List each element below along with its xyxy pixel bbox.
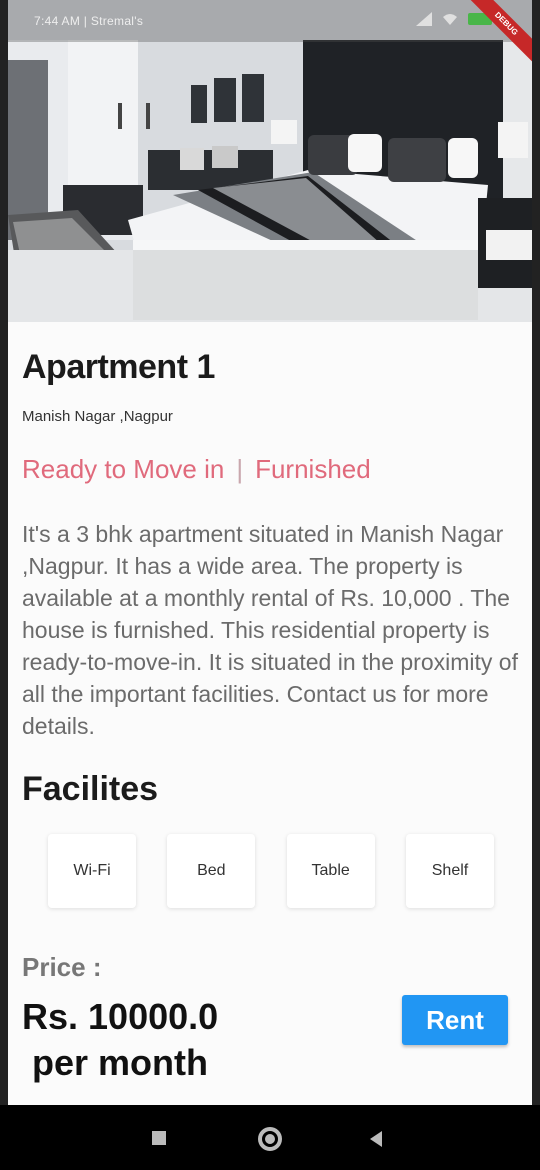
frame-right-edge bbox=[532, 0, 540, 1110]
home-icon[interactable] bbox=[258, 1127, 282, 1151]
tag-furnished: Furnished bbox=[255, 454, 371, 484]
rent-button[interactable]: Rent bbox=[402, 995, 508, 1045]
property-tags: Ready to Move in | Furnished bbox=[22, 454, 371, 485]
property-description: It's a 3 bhk apartment situated in Manis… bbox=[22, 521, 518, 739]
price-unit: per month bbox=[32, 1042, 208, 1083]
property-image bbox=[8, 0, 532, 322]
recents-icon[interactable] bbox=[152, 1131, 166, 1145]
wifi-icon bbox=[443, 14, 457, 25]
facilities-list: Wi-Fi Bed Table Shelf bbox=[48, 834, 494, 908]
facilities-title: Facilites bbox=[22, 770, 159, 808]
back-icon[interactable] bbox=[370, 1131, 382, 1147]
signal-icon bbox=[416, 12, 432, 26]
property-details: Apartment 1 Manish Nagar ,Nagpur Ready t… bbox=[8, 322, 532, 1105]
price-label: Price : bbox=[22, 952, 102, 982]
property-location: Manish Nagar ,Nagpur bbox=[22, 408, 173, 425]
status-time: 7:44 AM | Stremal's bbox=[34, 14, 144, 28]
property-title: Apartment 1 bbox=[22, 348, 215, 386]
price-value: Rs. 10000.0 bbox=[22, 996, 219, 1037]
tag-ready-to-move: Ready to Move in bbox=[22, 454, 225, 484]
status-bar: 7:44 AM | Stremal's DEBUG bbox=[8, 0, 532, 73]
facility-card-bed: Bed bbox=[167, 834, 256, 908]
bedroom-photo bbox=[8, 0, 532, 322]
facility-card-shelf: Shelf bbox=[405, 834, 494, 908]
tag-separator: | bbox=[236, 454, 244, 484]
app-screen: 7:44 AM | Stremal's DEBUG Apartment 1 Ma… bbox=[8, 0, 532, 1105]
status-icons bbox=[416, 12, 492, 26]
facility-card-table: Table bbox=[286, 834, 375, 908]
frame-left-edge bbox=[0, 0, 8, 1110]
system-nav-bar bbox=[0, 1105, 540, 1170]
carrier-label: Stremal's bbox=[90, 14, 144, 28]
facility-card-wifi: Wi-Fi bbox=[48, 834, 136, 908]
